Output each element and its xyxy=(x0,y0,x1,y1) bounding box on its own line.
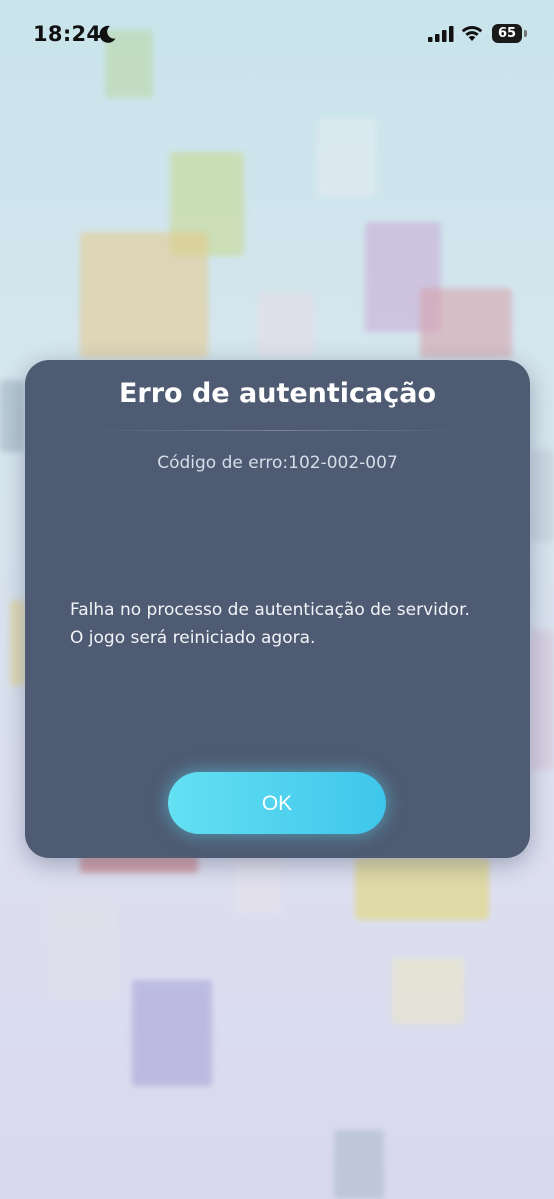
battery-icon: 65 xyxy=(492,24,522,43)
wifi-icon xyxy=(461,26,483,41)
background-card xyxy=(420,288,512,358)
background-card xyxy=(10,600,25,686)
background-card xyxy=(80,232,208,358)
background-card xyxy=(318,118,376,196)
app-screen: 18:24 65 Erro de autenticação Código de … xyxy=(0,0,554,1199)
battery-tip xyxy=(524,30,527,37)
dialog-title: Erro de autenticação xyxy=(118,378,437,409)
background-card xyxy=(530,450,554,542)
background-card xyxy=(334,1130,384,1199)
battery-level: 65 xyxy=(497,26,517,41)
background-card xyxy=(258,292,314,356)
background-card xyxy=(132,980,212,1086)
title-divider xyxy=(85,430,470,431)
dialog-message: Falha no processo de autenticação de ser… xyxy=(70,600,470,648)
background-card xyxy=(48,898,118,998)
moon-icon xyxy=(99,25,116,43)
error-code: Código de erro:102-002-007 xyxy=(157,453,398,473)
ok-button[interactable]: OK xyxy=(168,772,386,834)
background-card xyxy=(0,380,24,452)
signal-icon xyxy=(428,26,454,42)
background-card xyxy=(235,855,281,913)
background-card xyxy=(355,858,489,920)
error-dialog: Erro de autenticação Código de erro:102-… xyxy=(25,360,530,858)
status-bar: 18:24 65 xyxy=(0,0,554,70)
status-time: 18:24 xyxy=(33,22,102,46)
background-card xyxy=(530,630,554,770)
background-card xyxy=(392,958,464,1024)
